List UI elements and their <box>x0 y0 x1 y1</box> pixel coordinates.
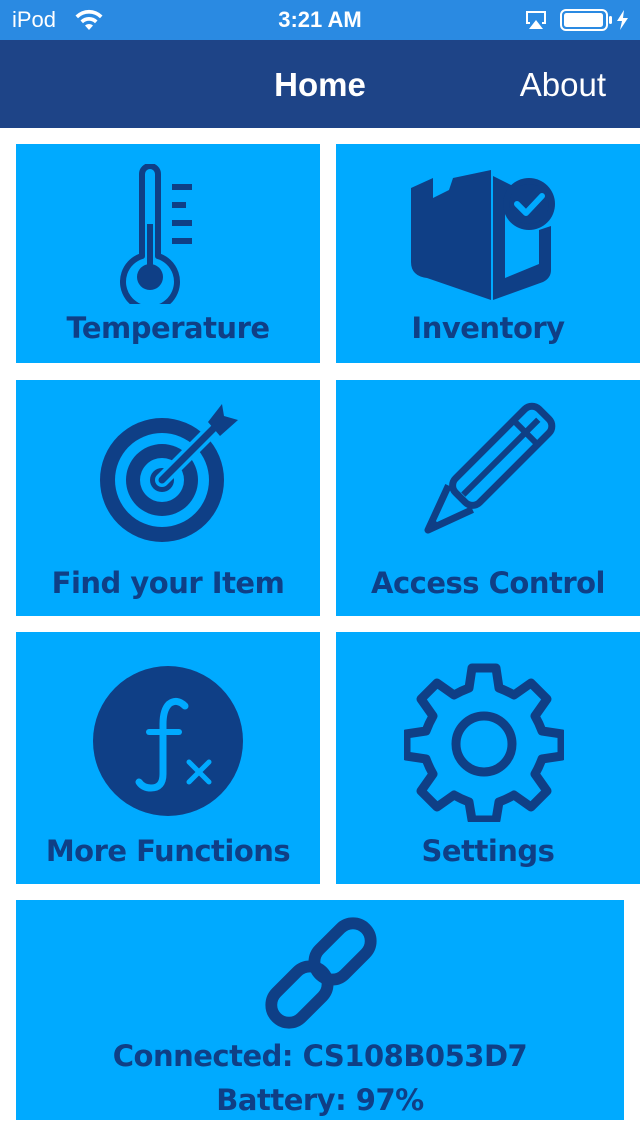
inventory-tile[interactable]: Inventory <box>336 144 640 363</box>
battery-icon <box>560 9 628 31</box>
navigation-bar: Home About <box>0 40 640 128</box>
inventory-label: Inventory <box>411 311 565 345</box>
box-check-icon <box>411 170 555 300</box>
connection-tile[interactable]: Connected: CS108B053D7 Battery: 97% <box>16 900 624 1120</box>
gear-icon <box>404 663 564 822</box>
battery-status: Battery: 97% <box>216 1083 424 1117</box>
link-icon <box>265 917 377 1029</box>
pencil-icon <box>424 402 556 534</box>
about-button[interactable]: About <box>520 66 606 104</box>
find-your-item-tile[interactable]: Find your Item <box>16 380 320 616</box>
thermometer-icon <box>120 164 192 304</box>
function-fx-icon <box>93 666 243 816</box>
access-control-label: Access Control <box>371 566 606 600</box>
connection-status: Connected: CS108B053D7 <box>112 1039 528 1073</box>
settings-tile[interactable]: Settings <box>336 632 640 884</box>
find-your-item-label: Find your Item <box>51 566 285 600</box>
settings-label: Settings <box>421 834 555 868</box>
target-arrow-icon <box>100 404 238 542</box>
temperature-tile[interactable]: Temperature <box>16 144 320 363</box>
airplay-icon <box>526 11 546 29</box>
access-control-tile[interactable]: Access Control <box>336 380 640 616</box>
more-functions-label: More Functions <box>45 834 291 868</box>
charging-bolt-icon <box>617 10 628 30</box>
status-bar: iPod 3:21 AM <box>0 0 640 40</box>
more-functions-tile[interactable]: More Functions <box>16 632 320 884</box>
temperature-label: Temperature <box>66 311 270 345</box>
